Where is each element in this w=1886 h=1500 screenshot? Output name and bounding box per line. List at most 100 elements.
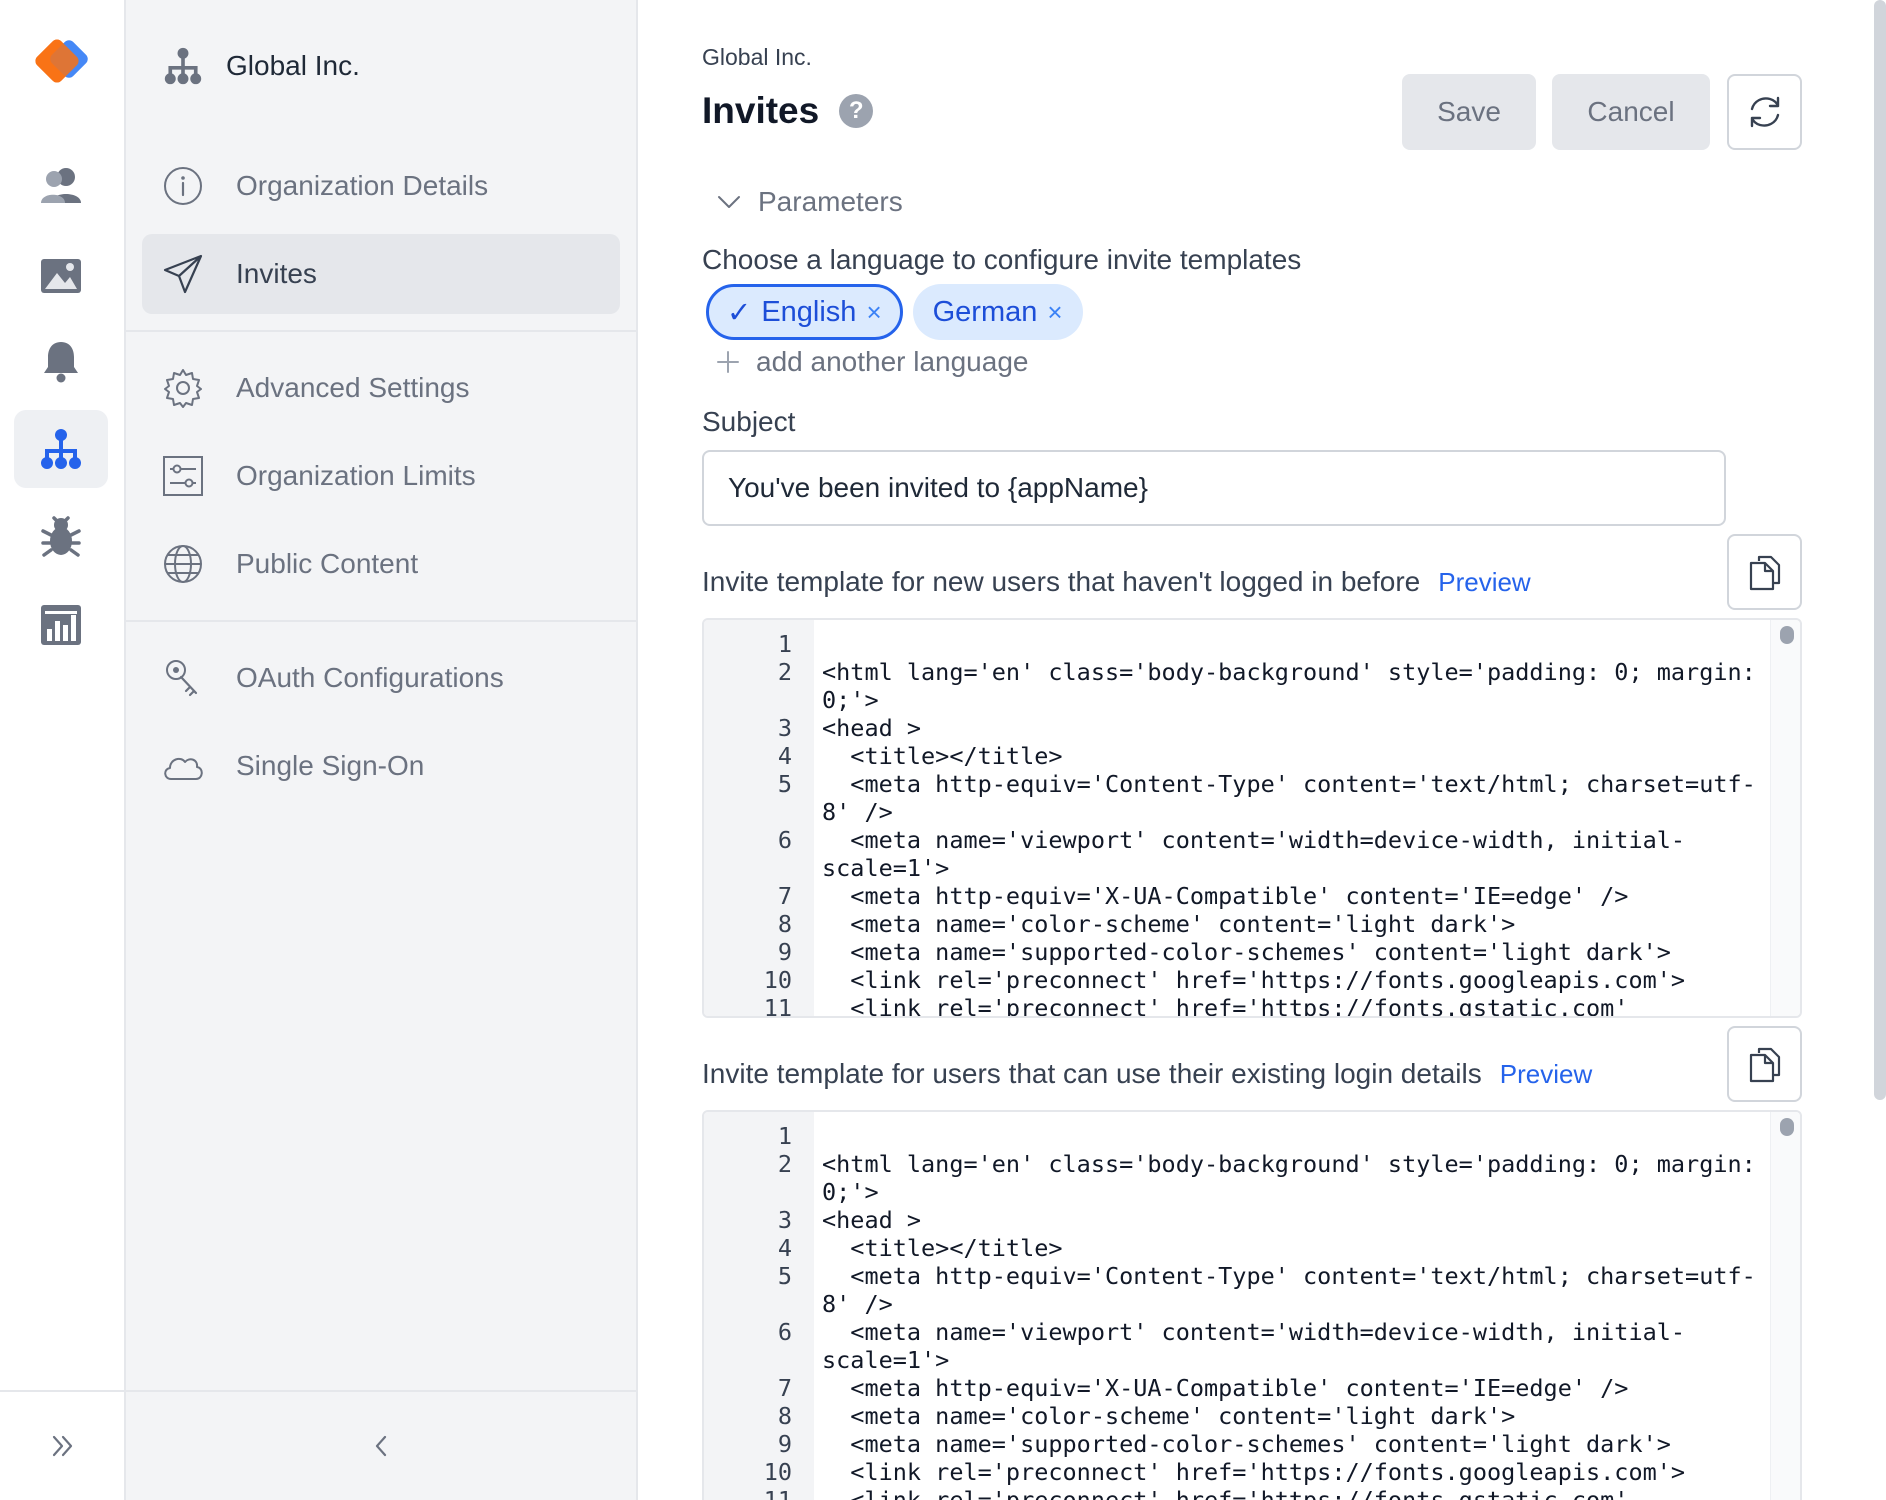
line-number: 4 [777, 1234, 792, 1262]
bug-icon [41, 516, 81, 557]
code-line: 9 <meta name='supported-color-schemes' c… [704, 938, 1772, 966]
nav-item-organization-limits[interactable]: Organization Limits [142, 436, 620, 516]
code-text: <link rel='preconnect' href='https://fon… [822, 994, 1629, 1018]
nav-item-label: Organization Limits [236, 460, 476, 491]
nav-item-single-sign-on[interactable]: Single Sign-On [142, 726, 620, 806]
scrollbar-thumb[interactable] [1780, 626, 1794, 644]
line-number: 7 [777, 882, 792, 910]
rail-analytics-button[interactable] [14, 586, 108, 664]
code-line: 11 <link rel='preconnect' href='https://… [704, 1486, 1772, 1500]
nav-item-label: Public Content [236, 548, 419, 579]
code-line: 1 [704, 1122, 1772, 1150]
rail-organization-button[interactable] [14, 410, 108, 488]
nav-item-organization-details[interactable]: Organization Details [142, 146, 620, 226]
code-lines: 1 2 <html lang='en' class='body-background… [704, 630, 1772, 1018]
rail-debug-button[interactable] [14, 498, 108, 576]
line-number: 7 [777, 1374, 792, 1402]
users-icon [41, 168, 81, 203]
rail-users-button[interactable] [14, 146, 108, 224]
remove-language-icon[interactable]: × [866, 297, 881, 328]
double-chevron-right-icon[interactable] [49, 1432, 77, 1460]
template-existing-users-editor[interactable]: 1 2 <html lang='en' class='body-background… [702, 1110, 1802, 1500]
plus-icon [717, 351, 739, 373]
rail-footer [0, 1390, 126, 1500]
paper-plane-icon [160, 251, 206, 297]
editor-scrollbar[interactable] [1770, 1112, 1800, 1500]
code-line: 4 <title></title> [704, 1234, 1772, 1262]
code-line: 2 <html lang='en' class='body-background'… [704, 1150, 1772, 1206]
scrollbar-thumb[interactable] [1780, 1118, 1794, 1136]
code-text: <html lang='en' class='body-background' … [822, 1150, 1770, 1206]
line-number: 1 [777, 1122, 792, 1150]
nav-item-public-content[interactable]: Public Content [142, 524, 620, 604]
title-row: Invites ? [702, 90, 874, 132]
org-header: Global Inc. [162, 40, 360, 92]
page-scrollbar-thumb[interactable] [1874, 0, 1886, 1100]
check-icon: ✓ [727, 296, 752, 329]
nav-item-oauth-configurations[interactable]: OAuth Configurations [142, 638, 620, 718]
code-lines: 1 2 <html lang='en' class='body-background… [704, 1122, 1772, 1500]
line-number: 5 [777, 1262, 792, 1290]
code-line: 2 <html lang='en' class='body-background'… [704, 658, 1772, 714]
template-label: Invite template for new users that haven… [702, 566, 1421, 597]
code-text: <link rel='preconnect' href='https://fon… [822, 1458, 1686, 1486]
line-number: 10 [763, 1458, 792, 1486]
code-text: <head > [822, 1206, 922, 1234]
nav-item-invites[interactable]: Invites [142, 234, 620, 314]
code-line: 5 <meta http-equiv='Content-Type' conten… [704, 770, 1772, 826]
preview-link[interactable]: Preview [1438, 567, 1530, 598]
nav-item-advanced-settings[interactable]: Advanced Settings [142, 348, 620, 428]
line-number: 9 [777, 938, 792, 966]
code-line: 7 <meta http-equiv='X-UA-Compatible' con… [704, 1374, 1772, 1402]
line-number: 10 [763, 966, 792, 994]
code-line: 1 [704, 630, 1772, 658]
template-new-users-editor[interactable]: 1 2 <html lang='en' class='body-background… [702, 618, 1802, 1018]
gear-icon [160, 365, 206, 411]
bell-icon [44, 342, 78, 383]
language-chip-label: German [932, 295, 1038, 328]
language-chip-german[interactable]: German × [912, 284, 1083, 340]
subject-input[interactable] [702, 450, 1726, 526]
language-chip-english[interactable]: ✓ English × [706, 284, 903, 340]
code-text: <meta name='supported-color-schemes' con… [822, 1430, 1671, 1458]
copy-template-button[interactable] [1727, 534, 1802, 610]
template-existing-users-header: Invite template for users that can use t… [702, 1058, 1592, 1090]
line-number: 4 [777, 742, 792, 770]
main-content: Global Inc. Invites ? Save Cancel Parame… [640, 0, 1886, 1500]
preview-link[interactable]: Preview [1500, 1059, 1592, 1090]
line-number: 3 [777, 1206, 792, 1234]
refresh-button[interactable] [1727, 74, 1802, 150]
page-title: Invites [702, 90, 820, 131]
code-line: 10 <link rel='preconnect' href='https://… [704, 1458, 1772, 1486]
info-circle-icon [160, 163, 206, 209]
org-tree-icon [164, 47, 202, 85]
add-language-label: add another language [756, 346, 1029, 377]
copy-template-button[interactable] [1727, 1026, 1802, 1102]
parameters-toggle[interactable]: Parameters [716, 186, 903, 218]
remove-language-icon[interactable]: × [1047, 297, 1062, 328]
code-text: <title></title> [822, 742, 1063, 770]
editor-scrollbar[interactable] [1770, 620, 1800, 1016]
help-icon[interactable]: ? [839, 94, 874, 128]
code-text: <meta http-equiv='X-UA-Compatible' conte… [822, 882, 1629, 910]
cancel-button[interactable]: Cancel [1552, 74, 1710, 150]
save-button[interactable]: Save [1402, 74, 1536, 150]
rail-notifications-button[interactable] [14, 322, 108, 400]
nav-item-label: Advanced Settings [236, 372, 470, 403]
line-number: 6 [777, 1318, 792, 1346]
code-line: 3 <head > [704, 1206, 1772, 1234]
chevron-left-icon[interactable] [369, 1432, 393, 1460]
nav-item-label: Organization Details [236, 170, 489, 201]
code-text: <title></title> [822, 1234, 1063, 1262]
rail-media-button[interactable] [14, 236, 108, 314]
line-number: 2 [777, 658, 792, 686]
breadcrumb[interactable]: Global Inc. [702, 44, 812, 71]
add-language-button[interactable]: add another language [716, 346, 1028, 378]
code-line: 8 <meta name='color-scheme' content='lig… [704, 1402, 1772, 1430]
code-text: <meta name='color-scheme' content='light… [822, 1402, 1516, 1430]
code-text: <head > [822, 714, 922, 742]
code-text: <html lang='en' class='body-background' … [822, 658, 1770, 714]
key-icon [160, 655, 206, 701]
app-logo-icon[interactable] [28, 36, 92, 94]
